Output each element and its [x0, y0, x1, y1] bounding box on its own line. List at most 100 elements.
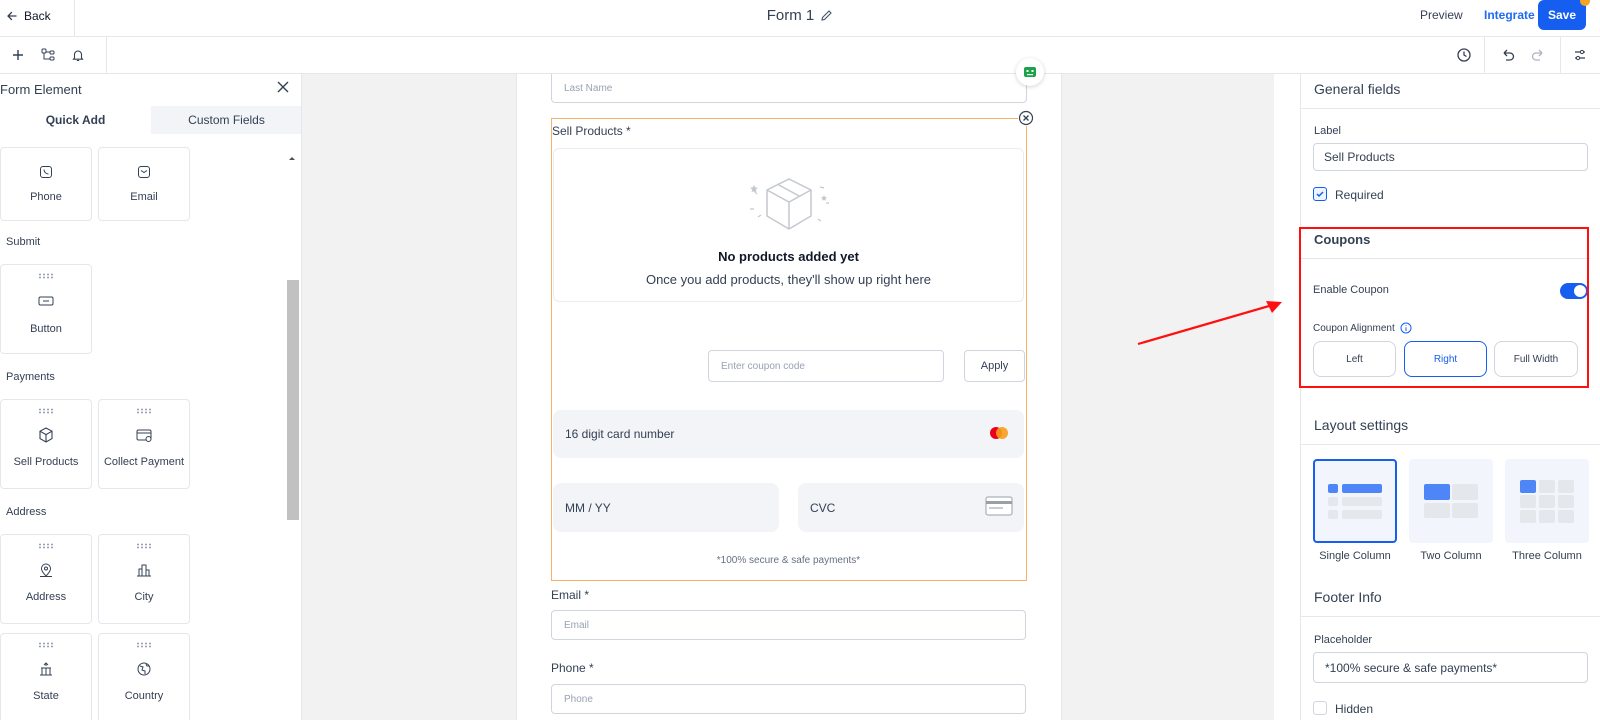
sell-products-label: Sell Products *	[552, 124, 631, 138]
element-card-city[interactable]: City	[98, 534, 190, 624]
last-name-input[interactable]: Last Name	[551, 74, 1027, 103]
divider	[74, 0, 75, 37]
form-title-text: Form 1	[766, 7, 815, 24]
label-caption: Label	[1314, 125, 1341, 137]
coupon-code-input[interactable]: Enter coupon code	[708, 350, 944, 382]
layout-caption: Two Column	[1420, 550, 1482, 562]
element-card-sell-products[interactable]: Sell Products	[0, 399, 92, 489]
expiry-placeholder: MM / YY	[565, 500, 611, 515]
settings-sliders-icon[interactable]	[1570, 45, 1590, 65]
box-icon	[37, 426, 55, 444]
state-icon	[37, 660, 55, 678]
map-pin-icon	[37, 561, 55, 579]
tab-custom-fields[interactable]: Custom Fields	[151, 106, 301, 134]
drag-handle-icon[interactable]	[38, 408, 54, 414]
phone-icon	[39, 165, 53, 179]
card-label: Country	[124, 690, 164, 702]
divider	[1484, 37, 1485, 74]
drag-handle-icon[interactable]	[136, 642, 152, 648]
divider	[1560, 37, 1561, 74]
element-card-phone[interactable]: Phone	[0, 147, 92, 221]
empty-title: No products added yet	[718, 249, 859, 264]
section-title-submit: Submit	[6, 236, 41, 248]
placeholder-caption: Placeholder	[1314, 634, 1373, 646]
footer-placeholder-input[interactable]: *100% secure & safe payments*	[1313, 652, 1588, 683]
bell-icon[interactable]	[68, 45, 88, 65]
cvc-card-icon	[985, 496, 1013, 516]
card-label: Sell Products	[13, 456, 79, 468]
layout-three-column[interactable]	[1505, 459, 1589, 543]
close-icon[interactable]	[276, 80, 292, 96]
history-icon[interactable]	[1454, 45, 1474, 65]
card-label: State	[33, 690, 59, 702]
toolbar	[0, 37, 1600, 74]
layout-caption: Single Column	[1319, 550, 1391, 562]
drag-handle-icon[interactable]	[136, 543, 152, 549]
payment-card-icon	[135, 426, 153, 444]
globe-icon	[135, 660, 153, 678]
drag-handle-icon[interactable]	[136, 408, 152, 414]
element-card-state[interactable]: State	[0, 633, 92, 720]
drag-handle-icon[interactable]	[38, 543, 54, 549]
city-icon	[135, 561, 153, 579]
panel-tabs: Quick Add Custom Fields	[0, 106, 301, 134]
plus-icon[interactable]	[8, 45, 28, 65]
card-number-placeholder: 16 digit card number	[565, 427, 675, 441]
scrollbar-thumb[interactable]	[287, 280, 299, 520]
card-label: Button	[30, 323, 62, 335]
required-checkbox[interactable]	[1313, 187, 1327, 201]
card-label: Address	[25, 591, 67, 603]
card-number-field[interactable]: 16 digit card number	[553, 410, 1024, 458]
empty-subtitle: Once you add products, they'll show up r…	[645, 272, 932, 287]
empty-products-card: No products added yet Once you add produ…	[553, 148, 1024, 302]
email-input[interactable]: Email	[551, 610, 1026, 640]
divider	[1300, 444, 1600, 445]
layout-single-column[interactable]	[1313, 459, 1397, 543]
drag-handle-icon[interactable]	[38, 273, 54, 279]
annotation-highlight-box	[1299, 227, 1589, 388]
card-label: Collect Payment	[103, 456, 185, 468]
apply-coupon-button[interactable]: Apply	[964, 350, 1025, 382]
pencil-icon[interactable]	[820, 9, 833, 22]
footer-info-heading: Footer Info	[1314, 589, 1382, 605]
layout-settings-heading: Layout settings	[1314, 417, 1409, 433]
layout-caption: Three Column	[1512, 550, 1582, 562]
drag-handle-icon[interactable]	[38, 642, 54, 648]
expiry-field[interactable]: MM / YY	[553, 483, 779, 532]
cvc-placeholder: CVC	[810, 500, 836, 515]
back-button[interactable]: Back	[6, 5, 51, 27]
tab-quick-add[interactable]: Quick Add	[0, 106, 151, 134]
divider	[1300, 108, 1600, 109]
general-fields-heading: General fields	[1314, 81, 1401, 97]
element-card-country[interactable]: Country	[98, 633, 190, 720]
integrate-button[interactable]: Integrate	[1484, 8, 1535, 22]
back-label: Back	[24, 9, 51, 23]
arrow-left-icon	[6, 10, 18, 22]
section-title-payments: Payments	[6, 371, 55, 383]
layout-two-column[interactable]	[1409, 459, 1493, 543]
mastercard-icon	[988, 426, 1010, 440]
bot-widget-icon[interactable]	[1016, 58, 1044, 86]
undo-icon[interactable]	[1498, 45, 1518, 65]
redo-icon[interactable]	[1528, 45, 1548, 65]
remove-field-icon[interactable]	[1018, 110, 1034, 126]
preview-button[interactable]: Preview	[1420, 8, 1463, 22]
save-button[interactable]: Save	[1538, 0, 1586, 30]
section-title-address: Address	[6, 506, 47, 518]
form-title[interactable]: Form 1	[700, 7, 900, 24]
phone-input[interactable]: Phone	[551, 684, 1026, 714]
element-card-email[interactable]: Email	[98, 147, 190, 221]
element-card-button[interactable]: Button	[0, 264, 92, 354]
annotation-arrow	[1130, 296, 1290, 348]
required-label: Required	[1335, 188, 1384, 202]
label-input[interactable]: Sell Products	[1313, 143, 1588, 171]
hidden-checkbox[interactable]	[1313, 701, 1327, 715]
element-card-collect-payment[interactable]: Collect Payment	[98, 399, 190, 489]
divider	[1300, 616, 1600, 617]
secure-payment-note: *100% secure & safe payments*	[716, 555, 861, 566]
structure-icon[interactable]	[38, 45, 58, 65]
email-label: Email *	[551, 588, 590, 602]
element-card-address[interactable]: Address	[0, 534, 92, 624]
mail-icon	[137, 165, 151, 179]
empty-box-icon	[734, 173, 844, 239]
